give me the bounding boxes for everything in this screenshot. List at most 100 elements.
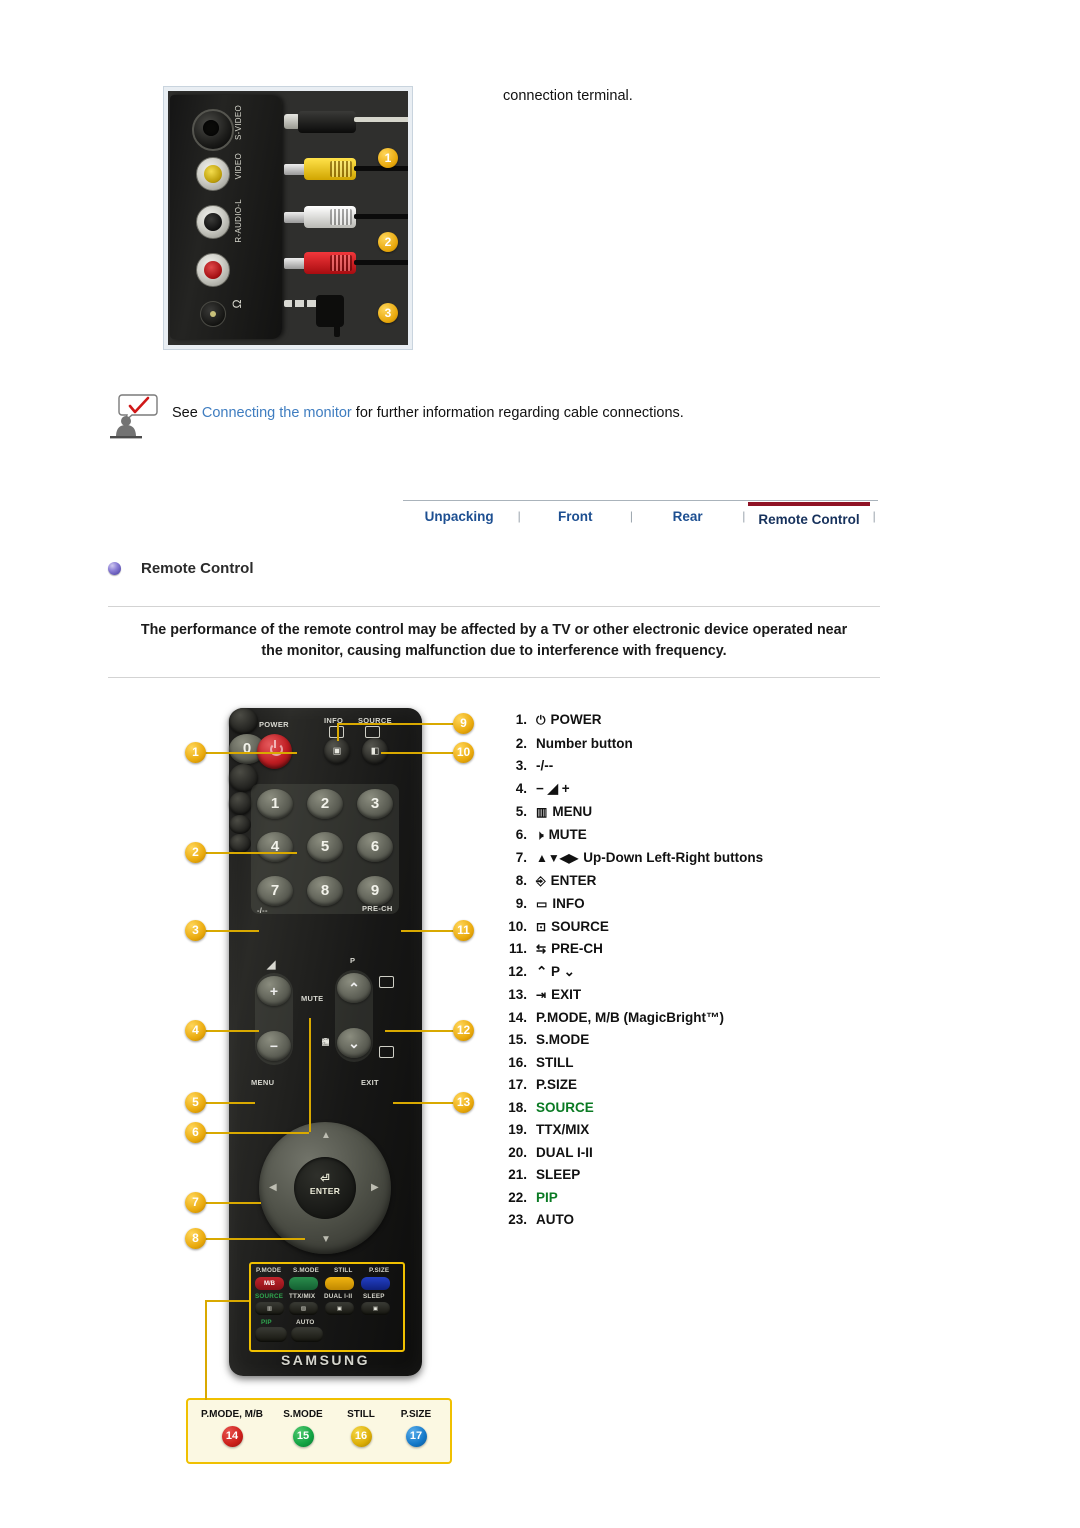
- remote-callout-12: 12: [453, 1020, 474, 1041]
- zoom-item-smode: S.MODE 15: [273, 1409, 333, 1447]
- remote-channel-rocker: ⌃ ⌄: [335, 970, 373, 1062]
- fn-label-still: STILL: [334, 1267, 353, 1274]
- remote-mute-button[interactable]: 🕨: [229, 792, 328, 1046]
- fn-button-auto[interactable]: [291, 1327, 323, 1342]
- remote-callout-5: 5: [185, 1092, 206, 1113]
- legend-item-2: 2. Number button: [497, 736, 917, 751]
- source-chip-icon: ▥: [266, 1305, 273, 1312]
- fn-button-smode[interactable]: [289, 1277, 318, 1290]
- legend-num-7: 7.: [515, 850, 527, 865]
- leader-line-11: [401, 930, 455, 932]
- numpad-key-5[interactable]: 5: [307, 832, 343, 862]
- remote-label-exit: EXIT: [361, 1078, 379, 1087]
- zoom-label-smode: S.MODE: [283, 1409, 323, 1420]
- legend-text-14: P.MODE, M/B (MagicBright™): [536, 1009, 725, 1025]
- dpad-down-icon[interactable]: ▼: [321, 1234, 331, 1245]
- fn-button-pip[interactable]: [255, 1327, 287, 1342]
- port-label-headphone-icon: Ω: [230, 299, 244, 309]
- legend-num-22: 22.: [508, 1189, 527, 1205]
- note-checkmark-icon: [110, 393, 158, 439]
- legend-text-1: POWER: [550, 712, 602, 727]
- leader-line-4: [205, 1030, 259, 1032]
- tab-rear[interactable]: Rear: [635, 503, 740, 530]
- channel-up-button[interactable]: ⌃: [337, 973, 371, 1003]
- volume-up-button[interactable]: +: [257, 976, 291, 1006]
- tab-separator-1: |: [517, 509, 521, 523]
- sleep-chip-icon: ▣: [372, 1305, 379, 1312]
- legend-num-21: 21.: [508, 1167, 527, 1182]
- port-label-audio: R-AUDIO-L: [234, 199, 243, 243]
- remote-callout-4: 4: [185, 1020, 206, 1041]
- zoom-item-pmode: P.MODE, M/B 14: [194, 1409, 270, 1447]
- remote-enter-button[interactable]: ⏎ ENTER: [294, 1157, 356, 1219]
- volume-down-button[interactable]: −: [257, 1031, 291, 1061]
- leader-line-5: [205, 1102, 255, 1104]
- photo-callout-1: 1: [378, 148, 398, 168]
- tab-unpacking[interactable]: Unpacking: [403, 503, 515, 530]
- legend-text-17: P.SIZE: [536, 1077, 578, 1092]
- remote-info-button[interactable]: ▣: [324, 738, 350, 764]
- tab-front[interactable]: Front: [523, 503, 628, 530]
- remote-dash-button[interactable]: ▤: [229, 708, 330, 1046]
- legend-num-9: 9.: [515, 896, 527, 911]
- legend-item-21: 21. SLEEP: [497, 1167, 917, 1182]
- numpad-key-3[interactable]: 3: [357, 789, 393, 819]
- channel-down-button[interactable]: ⌄: [337, 1028, 371, 1058]
- remote-callout-9: 9: [453, 713, 474, 734]
- menu-icon: ▥: [536, 805, 548, 819]
- numpad-key-8[interactable]: 8: [307, 876, 343, 906]
- fn-button-psize[interactable]: [361, 1277, 390, 1290]
- legend-text-9: INFO: [552, 896, 585, 911]
- numpad-key-9[interactable]: 9: [357, 876, 393, 906]
- legend-num-11: 11.: [508, 941, 527, 956]
- dpad-up-icon[interactable]: ▲: [321, 1130, 331, 1141]
- fn-label-dual: DUAL I-II: [324, 1293, 353, 1300]
- legend-item-9: 9. ▭ INFO: [497, 896, 917, 911]
- remote-source-button[interactable]: ◧: [362, 738, 388, 764]
- leader-line-2: [205, 852, 297, 854]
- fn-button-pmode-mb[interactable]: M/B: [255, 1277, 284, 1290]
- numpad-key-7[interactable]: 7: [257, 876, 293, 906]
- power-icon: ⏻: [536, 713, 546, 727]
- leader-line-12: [385, 1030, 455, 1032]
- remote-label-menu: MENU: [251, 1078, 275, 1087]
- mute-icon: 🕨: [536, 827, 544, 842]
- remote-button-legend: 1. ⏻ POWER 2. Number button 3. -/-- 4. − ◢ + …: [497, 712, 917, 1235]
- legend-num-5: 5.: [515, 804, 527, 819]
- fn-button-source[interactable]: ▥: [255, 1302, 284, 1315]
- dpad-left-icon[interactable]: ◀: [269, 1182, 277, 1193]
- legend-item-11: 11. ⇆ PRE-CH: [497, 941, 917, 956]
- remote-label-p: P: [350, 956, 356, 965]
- legend-text-7: Up-Down Left-Right buttons: [583, 850, 764, 865]
- legend-text-15: S.MODE: [536, 1032, 590, 1047]
- remote-dpad[interactable]: ▲ ▼ ◀ ▶ ⏎ ENTER: [259, 1122, 391, 1254]
- av-panel-plate: S-VIDEO VIDEO R-AUDIO-L Ω: [170, 95, 282, 339]
- legend-text-3: -/--: [536, 758, 554, 773]
- legend-item-19: 19. TTX/MIX: [497, 1122, 917, 1137]
- numpad-key-1[interactable]: 1: [257, 789, 293, 819]
- zoom-label-still: STILL: [347, 1409, 375, 1420]
- legend-item-10: 10. ⊡ SOURCE: [497, 919, 917, 934]
- legend-num-15: 15.: [508, 1032, 527, 1047]
- numpad-key-4[interactable]: 4: [257, 832, 293, 862]
- fn-label-sleep: SLEEP: [363, 1293, 385, 1300]
- numpad-key-2[interactable]: 2: [307, 789, 343, 819]
- fn-button-dual[interactable]: ▣: [325, 1302, 354, 1315]
- fn-button-still[interactable]: [325, 1277, 354, 1290]
- numpad-key-6[interactable]: 6: [357, 832, 393, 862]
- legend-num-13: 13.: [508, 987, 527, 1002]
- remote-exit-button[interactable]: ⇥: [229, 834, 329, 1046]
- leader-line-13: [393, 1102, 455, 1104]
- leader-line-1: [205, 752, 297, 754]
- leader-line-3: [205, 930, 259, 932]
- fn-button-ttxmix[interactable]: ▨: [289, 1302, 318, 1315]
- fn-label-smode: S.MODE: [293, 1267, 320, 1274]
- legend-item-17: 17. P.SIZE: [497, 1077, 917, 1092]
- tab-remote-control[interactable]: Remote Control: [747, 501, 871, 529]
- fn-button-sleep[interactable]: ▣: [361, 1302, 390, 1315]
- manual-page: S-VIDEO VIDEO R-AUDIO-L Ω 1 2 3 connecti…: [0, 0, 1080, 1528]
- remote-menu-button[interactable]: ▥: [229, 815, 330, 1046]
- connecting-the-monitor-link[interactable]: Connecting the monitor: [202, 405, 352, 421]
- legend-num-10: 10.: [508, 918, 527, 934]
- dpad-right-icon[interactable]: ▶: [371, 1182, 379, 1193]
